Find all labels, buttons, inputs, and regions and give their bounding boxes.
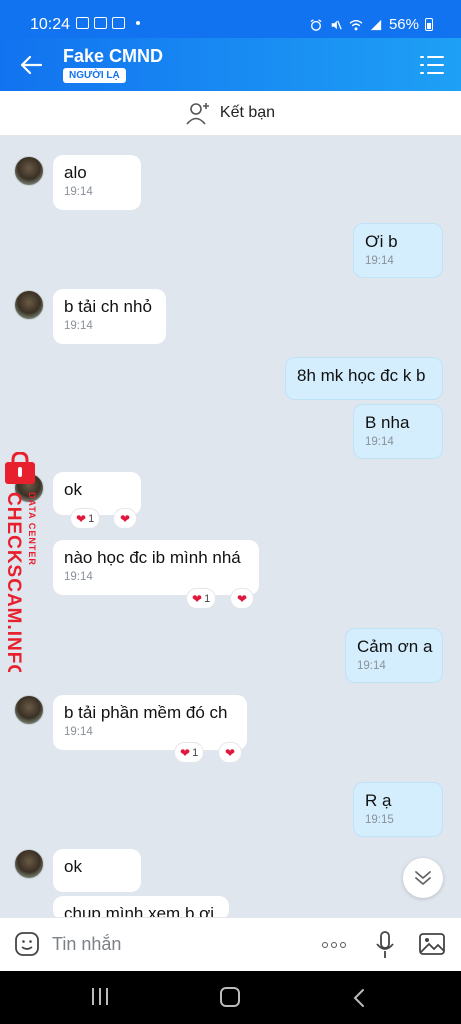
message-outgoing[interactable]: Cảm ơn a 19:14 [345, 628, 443, 683]
contact-name[interactable]: Fake CMND [63, 46, 163, 67]
message-incoming[interactable]: b tải phần mềm đó ch 19:14 [53, 695, 247, 750]
image-icon[interactable] [418, 931, 446, 957]
gallery-icon [76, 17, 89, 29]
message-outgoing[interactable]: Ơi b 19:14 [353, 223, 443, 278]
status-bar: 10:24 56% [0, 0, 461, 38]
avatar[interactable] [14, 849, 44, 879]
message-time: 19:14 [64, 571, 93, 583]
add-friend-icon [186, 103, 209, 125]
battery-percent: 56% [388, 16, 419, 33]
avatar[interactable] [14, 156, 44, 186]
watermark-brand: CHECKSCAM.INFO [3, 492, 24, 672]
message-input-bar [0, 917, 461, 971]
menu-list-icon[interactable] [419, 52, 445, 78]
message-text: b tải phần mềm đó ch [64, 703, 228, 722]
message-incoming[interactable]: nào học đc ib mình nhá 19:14 [53, 540, 259, 595]
message-incoming[interactable]: b tải ch nhỏ 19:14 [53, 289, 166, 344]
status-time: 10:24 [30, 16, 71, 33]
system-navigation-bar [0, 971, 461, 1024]
system-icons: 56% [309, 16, 433, 33]
heart-icon: ❤ [224, 745, 236, 760]
avatar[interactable] [14, 695, 44, 725]
reaction-count[interactable]: ❤ 1 [186, 588, 217, 609]
message-text: ok [64, 480, 82, 499]
watermark-sub: DATA CENTER [27, 492, 37, 566]
reaction-number: 1 [192, 746, 199, 759]
alarm-icon [310, 18, 322, 31]
video-icon [112, 17, 125, 29]
back-arrow-icon[interactable] [16, 50, 46, 80]
message-incoming[interactable]: ok [53, 849, 141, 892]
double-chevron-down-icon [415, 871, 431, 885]
avatar[interactable] [14, 290, 44, 320]
message-text: b tải ch nhỏ [64, 297, 152, 316]
messenger-icon [94, 17, 107, 29]
message-outgoing[interactable]: 8h mk học đc k b [285, 357, 443, 400]
add-friend-label: Kết bạn [219, 104, 276, 121]
message-time: 19:14 [365, 255, 394, 267]
react-heart-button[interactable]: ❤ [218, 742, 242, 763]
microphone-icon[interactable] [374, 930, 396, 960]
notification-icons [76, 17, 140, 29]
message-time: 19:15 [365, 814, 394, 826]
wifi-icon [349, 19, 363, 30]
message-text: Ơi b [365, 232, 398, 251]
message-text: R ạ [365, 791, 392, 810]
heart-icon: ❤ [76, 511, 87, 526]
reaction-count[interactable]: ❤ 1 [70, 508, 101, 529]
reaction-number: 1 [88, 512, 95, 525]
react-heart-button[interactable]: ❤ [113, 508, 137, 529]
recent-apps-button[interactable] [92, 988, 108, 1005]
chat-header: Fake CMND NGƯỜI LẠ [0, 38, 461, 91]
react-heart-button[interactable]: ❤ [230, 588, 254, 609]
message-incoming[interactable]: alo 19:14 [53, 155, 141, 210]
mute-icon [331, 19, 342, 30]
signal-icon [370, 19, 382, 30]
message-time: 19:14 [64, 726, 93, 738]
message-time: 19:14 [357, 660, 386, 672]
reaction-number: 1 [204, 592, 211, 605]
message-outgoing[interactable]: R ạ 19:15 [353, 782, 443, 837]
message-time: 19:14 [365, 436, 394, 448]
heart-icon: ❤ [236, 591, 248, 606]
more-notifications-icon [136, 21, 140, 25]
system-back-button[interactable] [352, 988, 366, 1008]
message-input[interactable] [52, 930, 292, 958]
message-outgoing[interactable]: B nha 19:14 [353, 404, 443, 459]
more-options-icon[interactable] [322, 942, 346, 948]
message-text: Cảm ơn a [357, 637, 433, 656]
heart-icon: ❤ [180, 745, 191, 760]
reaction-count[interactable]: ❤ 1 [174, 742, 205, 763]
message-text: ok [64, 857, 82, 876]
heart-icon: ❤ [119, 511, 131, 526]
emoji-icon[interactable] [14, 931, 40, 957]
message-text: 8h mk học đc k b [297, 366, 426, 385]
message-time: 19:14 [64, 320, 93, 332]
message-time: 19:14 [64, 186, 93, 198]
add-friend-button[interactable]: Kết bạn [0, 91, 461, 136]
home-button[interactable] [220, 987, 240, 1007]
stranger-badge: NGƯỜI LẠ [63, 68, 126, 83]
message-text: alo [64, 163, 87, 182]
scroll-down-button[interactable] [403, 858, 443, 898]
checkscam-watermark: CHECKSCAM.INFO DATA CENTER [3, 452, 37, 672]
message-text: nào học đc ib mình nhá [64, 548, 241, 567]
message-text: B nha [365, 413, 410, 432]
battery-icon [425, 18, 433, 31]
heart-icon: ❤ [192, 591, 203, 606]
